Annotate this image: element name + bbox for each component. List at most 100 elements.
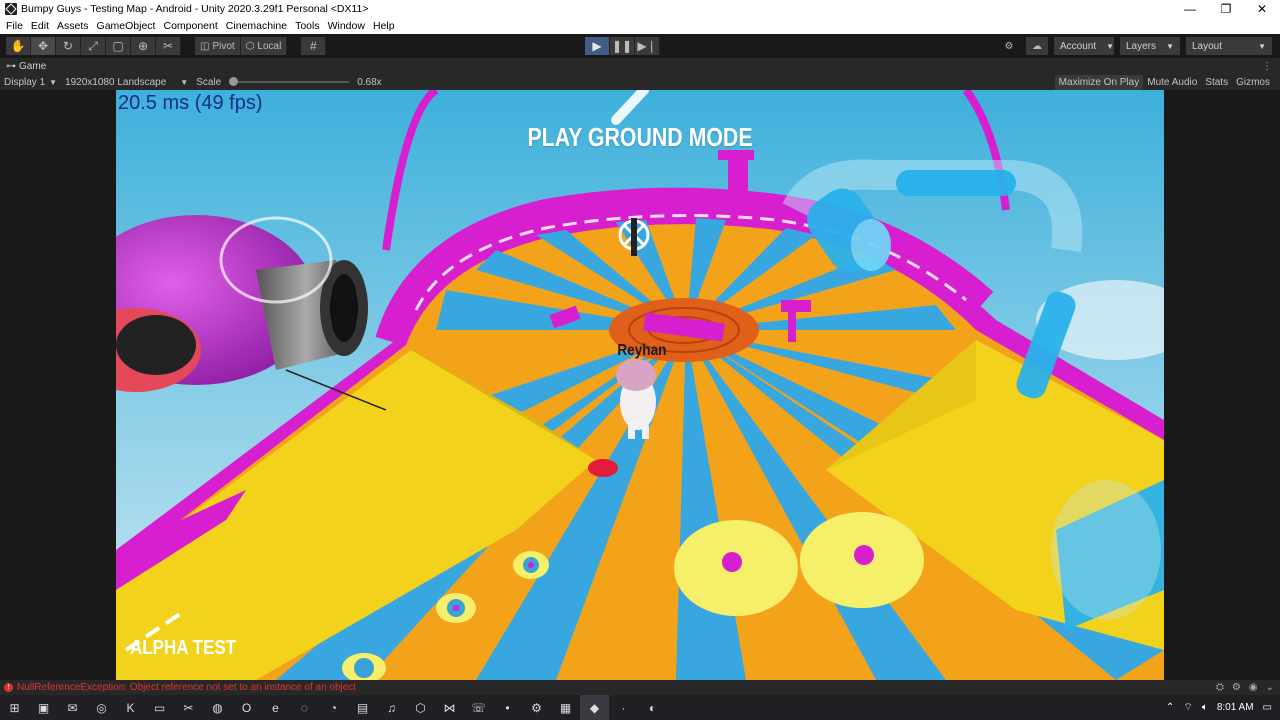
close-button[interactable]: ✕ bbox=[1244, 0, 1280, 18]
player-name-tag: Reyhan bbox=[617, 342, 667, 359]
menu-edit[interactable]: Edit bbox=[27, 20, 53, 32]
cache-icon[interactable]: ⚙ bbox=[1232, 682, 1241, 693]
photos-icon[interactable]: ▤ bbox=[348, 695, 377, 720]
app-red-icon[interactable]: • bbox=[493, 695, 522, 720]
resolution-label: 1920x1080 Landscape bbox=[65, 76, 167, 88]
pause-button[interactable]: ❚❚ bbox=[610, 37, 635, 55]
menu-component[interactable]: Component bbox=[159, 20, 221, 32]
unity-logo-icon bbox=[5, 3, 17, 15]
play-button[interactable]: ▶ bbox=[585, 37, 610, 55]
menu-file[interactable]: File bbox=[2, 20, 27, 32]
settings-icon[interactable]: ⚙ bbox=[522, 695, 551, 720]
task-view-icon[interactable]: ▣ bbox=[29, 695, 58, 720]
whatsapp-icon[interactable]: ☏ bbox=[464, 695, 493, 720]
fps-counter: 20.5 ms (49 fps) bbox=[118, 92, 263, 114]
tray-expand-icon[interactable]: ⌃ bbox=[1166, 702, 1174, 713]
collab-icon[interactable]: ⚙ bbox=[998, 37, 1020, 55]
tab-menu-icon[interactable]: ⋮ bbox=[1262, 61, 1272, 72]
caret-down-icon: ▼ bbox=[1106, 41, 1115, 51]
obs-icon[interactable]: ◐ bbox=[638, 695, 667, 720]
restore-button[interactable]: ❐ bbox=[1208, 0, 1244, 18]
minimize-button[interactable]: — bbox=[1172, 0, 1208, 18]
grid-snap-icon[interactable]: # bbox=[301, 37, 327, 55]
error-icon: ! bbox=[4, 683, 13, 692]
menu-window[interactable]: Window bbox=[324, 20, 369, 32]
right-toolbar: ⚙ ☁ Account ▼ Layers ▼ Layout ▼ bbox=[998, 37, 1272, 55]
pivot-tools: ◫ Pivot ⬡ Local bbox=[195, 37, 288, 55]
cloud-icon[interactable]: ☁ bbox=[1026, 37, 1048, 55]
console-status-bar[interactable]: ! NullReferenceException: Object referen… bbox=[0, 680, 1280, 695]
menu-assets[interactable]: Assets bbox=[53, 20, 93, 32]
windows-taskbar: ⊞ ▣ ✉ ◎ K ▭ ✂ ◍ O e ◌ ◔ ▤ ♫ ⬡ ⋈ ☏ • ⚙ ▦ … bbox=[0, 695, 1280, 720]
mode-title: PLAY GROUND MODE bbox=[527, 122, 753, 152]
maximize-on-play-toggle[interactable]: Maximize On Play bbox=[1054, 74, 1144, 90]
debug-icon[interactable]: ◉ bbox=[1249, 682, 1258, 693]
unity-editor-icon[interactable]: ◆ bbox=[580, 695, 609, 720]
layers-dropdown[interactable]: Layers ▼ bbox=[1120, 37, 1180, 55]
transform-tools: ✋ ✥ ↻ ⤢ ▢ ⊕ ✂ bbox=[6, 37, 181, 55]
scale-value: 0.68x bbox=[357, 76, 382, 88]
move-tool-icon[interactable]: ✥ bbox=[31, 37, 56, 55]
rect-tool-icon[interactable]: ▢ bbox=[106, 37, 131, 55]
notifications-icon[interactable]: ▭ bbox=[1263, 702, 1272, 713]
edge-icon[interactable]: e bbox=[261, 695, 290, 720]
unity-hub-icon[interactable]: ⬡ bbox=[406, 695, 435, 720]
discord-icon[interactable]: ◔ bbox=[319, 695, 348, 720]
mail-icon[interactable]: ✉ bbox=[58, 695, 87, 720]
scale-slider-knob[interactable] bbox=[229, 77, 239, 86]
calculator-icon[interactable]: ▦ bbox=[551, 695, 580, 720]
pivot-icon: ◫ bbox=[200, 40, 210, 52]
layout-dropdown[interactable]: Layout ▼ bbox=[1186, 37, 1272, 55]
account-dropdown[interactable]: Account ▼ bbox=[1054, 37, 1114, 55]
game-tab[interactable]: ⊶ Game ⋮ bbox=[0, 58, 1280, 74]
hand-tool-icon[interactable]: ✋ bbox=[6, 37, 31, 55]
game-view-toggles: Maximize On Play Mute Audio Stats Gizmos bbox=[1054, 74, 1274, 90]
gizmos-toggle[interactable]: Gizmos bbox=[1232, 75, 1274, 90]
app-dot-icon[interactable]: · bbox=[609, 695, 638, 720]
windows-start-icon[interactable]: ⊞ bbox=[0, 695, 29, 720]
stats-toggle[interactable]: Stats bbox=[1201, 75, 1232, 90]
caret-down-icon: ▼ bbox=[49, 77, 58, 87]
volume-icon[interactable]: 🔈︎ bbox=[1202, 702, 1208, 713]
alpha-test-label: ALPHA TEST bbox=[130, 637, 237, 659]
game-view-controls: Display 1 ▼ 1920x1080 Landscape ▼ Scale 0.… bbox=[0, 74, 1280, 90]
game-viewport[interactable]: 20.5 ms (49 fps) PLAY GROUND MODE Reyhan… bbox=[116, 90, 1164, 680]
local-button[interactable]: ⬡ Local bbox=[240, 37, 288, 55]
pivot-button[interactable]: ◫ Pivot bbox=[195, 37, 241, 55]
grid-tools: # bbox=[301, 37, 327, 55]
scale-slider[interactable] bbox=[229, 77, 350, 86]
menu-tools[interactable]: Tools bbox=[291, 20, 324, 32]
opera-icon[interactable]: O bbox=[232, 695, 261, 720]
game-tab-label: Game bbox=[19, 60, 47, 72]
clock[interactable]: 8:01 AM bbox=[1217, 702, 1254, 713]
caret-down-icon: ▼ bbox=[1258, 41, 1266, 51]
menu-help[interactable]: Help bbox=[369, 20, 399, 32]
chrome-icon[interactable]: ◍ bbox=[203, 695, 232, 720]
spotify-icon[interactable]: ♫ bbox=[377, 695, 406, 720]
custom-tool-icon[interactable]: ✂ bbox=[156, 37, 181, 55]
main-toolbar: ✋ ✥ ↻ ⤢ ▢ ⊕ ✂ ◫ Pivot ⬡ Local # ▶ ❚❚ ▶❘ ⚙ … bbox=[0, 34, 1280, 58]
step-button[interactable]: ▶❘ bbox=[635, 37, 660, 55]
rotate-tool-icon[interactable]: ↻ bbox=[56, 37, 81, 55]
display-dropdown[interactable]: Display 1 ▼ bbox=[0, 77, 61, 88]
scale-tool-icon[interactable]: ⤢ bbox=[81, 37, 106, 55]
layers-label: Layers bbox=[1126, 40, 1157, 52]
progress-icon[interactable]: ⛭ bbox=[1216, 682, 1224, 693]
caret-down-icon: ▼ bbox=[1166, 41, 1174, 51]
local-icon: ⬡ bbox=[245, 40, 255, 52]
menu-gameobject[interactable]: GameObject bbox=[93, 20, 160, 32]
scale-control: Scale 0.68x bbox=[192, 77, 385, 88]
messenger-icon[interactable]: ◌ bbox=[290, 695, 319, 720]
app-k-icon[interactable]: K bbox=[116, 695, 145, 720]
file-explorer-icon[interactable]: ▭ bbox=[145, 695, 174, 720]
snipping-icon[interactable]: ✂ bbox=[174, 695, 203, 720]
console-message[interactable]: NullReferenceException: Object reference… bbox=[17, 682, 356, 693]
instagram-icon[interactable]: ◎ bbox=[87, 695, 116, 720]
resolution-dropdown[interactable]: 1920x1080 Landscape ▼ bbox=[61, 77, 192, 88]
wifi-icon[interactable]: ⌔ bbox=[1183, 701, 1192, 714]
visual-studio-icon[interactable]: ⋈ bbox=[435, 695, 464, 720]
menu-cinemachine[interactable]: Cinemachine bbox=[222, 20, 291, 32]
collapse-icon[interactable]: ⌄ bbox=[1266, 682, 1274, 693]
transform-tool-icon[interactable]: ⊕ bbox=[131, 37, 156, 55]
mute-audio-toggle[interactable]: Mute Audio bbox=[1143, 75, 1201, 90]
